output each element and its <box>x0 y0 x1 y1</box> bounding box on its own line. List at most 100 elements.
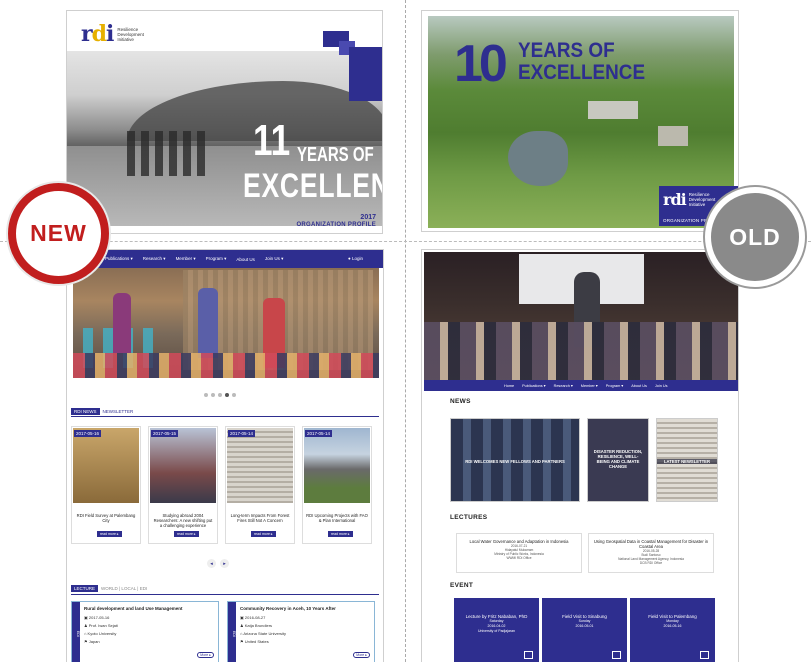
rdi-logo: rdi Resilience Development Initiative <box>81 21 144 47</box>
event-card[interactable]: Field Visit to Sinabung Sunday 2016-05-0… <box>542 598 627 662</box>
news-tile[interactable]: DISASTER REDUCTION, RESILIENCE, WELL-BEI… <box>587 418 649 502</box>
news-card-date: 2017-05-14 <box>305 430 333 437</box>
prev-icon[interactable]: ◂ <box>207 559 216 568</box>
calendar-icon <box>524 651 533 659</box>
nav-program[interactable]: Program ▾ <box>206 256 227 262</box>
logo-tagline: Resilience Development Initiative <box>117 26 144 42</box>
nav-join[interactable]: Join Us ▾ <box>265 256 284 262</box>
years-number: 11 <box>253 116 291 165</box>
news-card-image <box>150 428 216 503</box>
lecture-title[interactable]: Rural development and land Use Managemen… <box>84 606 183 611</box>
years-of-text: YEARS OF <box>297 144 374 166</box>
more-button[interactable]: More ▸ <box>197 652 214 658</box>
lecture-subtabs[interactable]: WORLD | LOCAL | EDI <box>101 586 147 591</box>
news-card[interactable]: 2017-05-14 RDI Upcoming Projects with FA… <box>302 426 372 544</box>
news-tabs: RDI NEWS NEWSLETTER <box>71 408 133 415</box>
lecture-box[interactable]: Local Water Governance and Adaptation in… <box>456 533 582 573</box>
nav-about[interactable]: About Us <box>631 384 647 388</box>
lecture-speaker: ♟ Prof. Iwan Sejati <box>84 623 118 628</box>
hero-carousel-image[interactable] <box>73 268 379 378</box>
lecture-box[interactable]: Using Geospatial Data in Coastal Managem… <box>588 533 714 573</box>
read-more-button[interactable]: read more ▸ <box>97 531 122 537</box>
event-card[interactable]: Lecture by Fritz Nababan, PhD Saturday 2… <box>454 598 539 662</box>
years-of-text: YEARS OF EXCELLENCE <box>518 39 646 84</box>
carousel-dot[interactable] <box>204 393 208 397</box>
lecture-office: WWMI RDI Office <box>506 556 532 560</box>
lecture-category: EDI <box>228 602 236 662</box>
vertical-divider <box>405 0 406 662</box>
event-date: 2016-05-01 <box>575 624 594 628</box>
nav-member[interactable]: Member ▾ <box>176 256 196 262</box>
new-badge: NEW <box>8 183 109 284</box>
nav-program[interactable]: Program ▾ <box>606 383 624 388</box>
event-place: University of Padjajaran <box>478 629 515 633</box>
lecture-location: ⚑ Japan <box>84 639 100 644</box>
news-tile-caption: RDI WELCOMES NEW FELLOWS AND PARTNERS <box>465 459 565 464</box>
carousel-dot[interactable] <box>232 393 236 397</box>
lecture-speaker: ♟ Katja Brundiers <box>240 623 273 628</box>
tab-rdi-news[interactable]: RDI NEWS <box>71 408 100 415</box>
carousel-dot[interactable] <box>218 393 222 397</box>
old-profile-cover: 10 YEARS OF EXCELLENCE rdi Resilience Deve… <box>421 10 739 232</box>
nav-research[interactable]: Research ▾ <box>143 256 166 262</box>
lecture-card[interactable]: EDI Community Recovery in Aceh, 10 Years… <box>227 601 375 662</box>
cover-subtitle: ORGANIZATION PROFILE <box>296 222 376 228</box>
calendar-icon <box>700 651 709 659</box>
news-card-title[interactable]: Studying abroad 2004 Researchers: A new … <box>152 513 214 528</box>
news-card-title[interactable]: RDI Field Survey at Palembang City <box>75 513 137 523</box>
read-more-button[interactable]: read more ▸ <box>251 531 276 537</box>
more-button[interactable]: More ▸ <box>353 652 370 658</box>
top-navbar: Home Publications ▾ Research ▾ Member ▾ … <box>424 380 738 391</box>
event-card[interactable]: Field Visit to Palembang Monday 2016-05-… <box>630 598 715 662</box>
nav-publications[interactable]: Publications ▾ <box>105 256 133 262</box>
old-website-screenshot: Home Publications ▾ Research ▾ Member ▾ … <box>421 249 739 662</box>
news-card-title[interactable]: Long-term Impacts From Forest Fires Stil… <box>229 513 291 523</box>
lecture-category: EDI <box>72 602 80 662</box>
nav-home[interactable]: Home <box>504 384 514 388</box>
event-heading: EVENT <box>450 582 474 589</box>
read-more-button[interactable]: read more ▸ <box>328 531 353 537</box>
excellence-text: EXCELLENCE <box>243 167 382 205</box>
news-tile-caption: DISASTER REDUCTION, RESILIENCE, WELL-BEI… <box>593 449 643 469</box>
news-card[interactable]: 2017-05-14 Long-term Impacts From Forest… <box>225 426 295 544</box>
news-tile[interactable]: LATEST NEWSLETTER <box>656 418 718 502</box>
lecture-title[interactable]: Community Recovery in Aceh, 10 Years Aft… <box>240 606 336 611</box>
tab-newsletter[interactable]: NEWSLETTER <box>103 409 134 414</box>
top-navbar: Publications ▾ Research ▾ Member ▾ Progr… <box>67 250 383 268</box>
read-more-button[interactable]: read more ▸ <box>174 531 199 537</box>
nav-publications[interactable]: Publications ▾ <box>522 383 545 388</box>
carousel-dot[interactable] <box>225 393 229 397</box>
news-card[interactable]: 2017-05-16 RDI Field Survey at Palembang… <box>71 426 141 544</box>
news-tile[interactable]: RDI WELCOMES NEW FELLOWS AND PARTNERS <box>450 418 580 502</box>
tab-lecture[interactable]: LECTURE <box>71 585 99 592</box>
news-tile-caption: LATEST NEWSLETTER <box>657 459 717 464</box>
lecture-title[interactable]: Using Geospatial Data in Coastal Managem… <box>589 539 713 549</box>
comparison-canvas: rdi Resilience Development Initiative 11 Y… <box>0 0 811 662</box>
news-card-date: 2017-05-16 <box>74 430 102 437</box>
lecture-office: DCB RDI Office <box>639 561 663 565</box>
horizontal-divider <box>0 241 811 242</box>
nav-research[interactable]: Research ▾ <box>554 383 573 388</box>
lecture-card[interactable]: EDI Rural development and land Use Manag… <box>71 601 219 662</box>
login-link[interactable]: ● Login <box>348 256 363 261</box>
news-card-title[interactable]: RDI Upcoming Projects with FAO & Plan In… <box>306 513 368 523</box>
nav-join[interactable]: Join Us <box>655 384 668 388</box>
landscape-photo: 10 YEARS OF EXCELLENCE rdi Resilience Deve… <box>428 16 738 228</box>
hero-lecture-photo[interactable] <box>424 252 738 380</box>
news-card-image <box>73 428 139 503</box>
lecture-org: ⌂ Kyoto University <box>84 631 117 636</box>
rdi-logo-mark: rdi <box>663 190 687 209</box>
news-card[interactable]: 2017-05-15 Studying abroad 2004 Research… <box>148 426 218 544</box>
carousel-dot[interactable] <box>211 393 215 397</box>
next-icon[interactable]: ▸ <box>220 559 229 568</box>
cover-year: 2017 <box>360 214 376 221</box>
rdi-logo-mark: rdi <box>81 21 114 47</box>
news-card-date: 2017-05-15 <box>151 430 179 437</box>
carousel-indicators[interactable] <box>204 393 236 397</box>
section-rule <box>71 416 379 417</box>
news-card-image <box>227 428 293 503</box>
nav-about[interactable]: About Us <box>236 257 255 262</box>
nav-member[interactable]: Member ▾ <box>581 383 598 388</box>
accent-block <box>349 47 382 101</box>
lecture-location: ⚑ United States <box>240 639 269 644</box>
